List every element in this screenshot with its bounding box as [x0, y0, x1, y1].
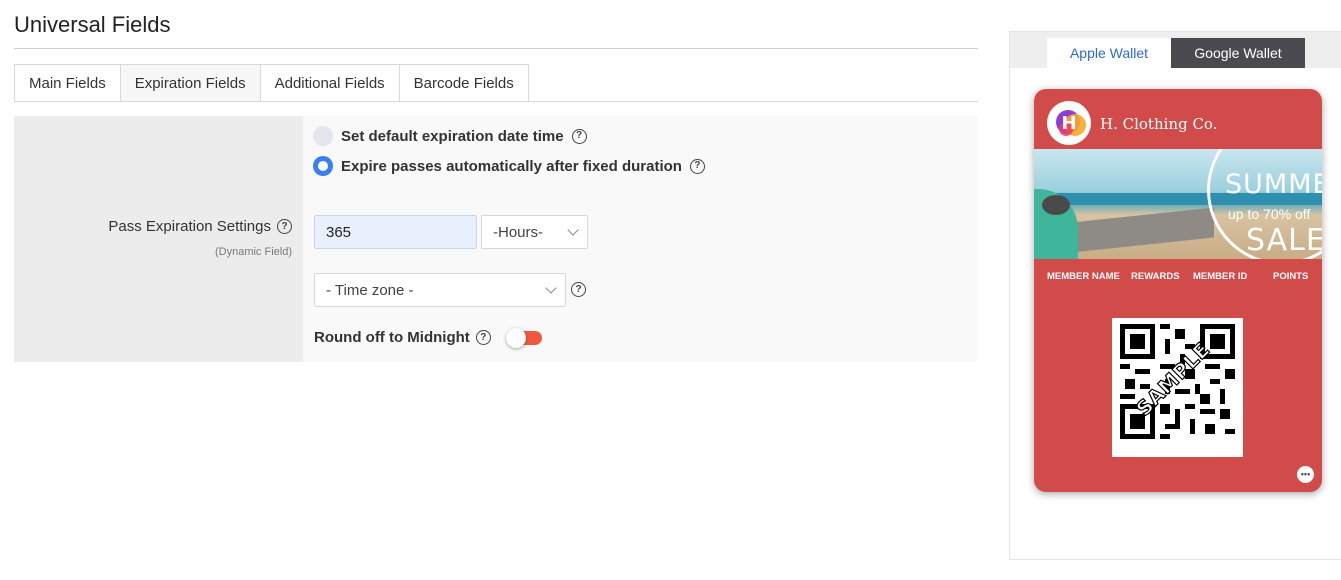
- help-icon[interactable]: ?: [277, 219, 292, 234]
- field-points: POINTS: [1273, 271, 1309, 282]
- page-title: Universal Fields: [14, 12, 171, 37]
- help-icon[interactable]: ?: [571, 128, 587, 144]
- timezone-value: - Time zone -: [326, 281, 414, 299]
- tab-barcode-fields[interactable]: Barcode Fields: [398, 64, 529, 102]
- setting-label-column: Pass Expiration Settings ? (Dynamic Fiel…: [14, 116, 303, 362]
- round-midnight-label: Round off to Midnight: [314, 329, 470, 346]
- radio-default-expiration[interactable]: [313, 126, 333, 146]
- banner-sale: SALE: [1246, 223, 1322, 258]
- toggle-knob: [506, 328, 526, 348]
- help-icon[interactable]: ?: [689, 158, 705, 174]
- brand-logo: H: [1047, 101, 1091, 145]
- pass-expiration-label-text: Pass Expiration Settings: [108, 218, 271, 235]
- option-default-expiration[interactable]: Set default expiration date time ?: [313, 126, 587, 146]
- radio-fixed-duration[interactable]: [313, 156, 333, 176]
- banner-title: SUMMER: [1225, 169, 1322, 200]
- field-member-id: MEMBER ID: [1193, 271, 1248, 282]
- tab-main-fields[interactable]: Main Fields: [14, 64, 120, 102]
- round-midnight-toggle[interactable]: [506, 328, 542, 348]
- field-rewards: REWARDS: [1131, 271, 1180, 282]
- tab-google-wallet[interactable]: Google Wallet: [1171, 38, 1305, 68]
- wallet-tabs-bar: Apple Wallet Google Wallet: [1010, 32, 1341, 68]
- option-fixed-duration[interactable]: Expire passes automatically after fixed …: [313, 156, 705, 176]
- field-member-name: MEMBER NAME: [1047, 271, 1120, 282]
- sample-qr-code: SAMPLE: [1112, 318, 1243, 457]
- help-icon[interactable]: ?: [475, 330, 491, 345]
- tabs-divider: [14, 101, 978, 102]
- pass-expiration-label: Pass Expiration Settings ?: [108, 218, 292, 235]
- tab-expiration-fields[interactable]: Expiration Fields: [119, 64, 260, 102]
- dynamic-field-note: (Dynamic Field): [214, 246, 292, 258]
- tab-apple-wallet[interactable]: Apple Wallet: [1047, 38, 1171, 68]
- duration-unit-value: -Hours-: [493, 223, 544, 241]
- chevron-down-icon: [545, 282, 557, 294]
- round-midnight-row: Round off to Midnight ?: [314, 329, 491, 346]
- option-default-expiration-label: Set default expiration date time: [341, 127, 564, 145]
- brand-name: H. Clothing Co.: [1100, 115, 1218, 133]
- timezone-select[interactable]: - Time zone -: [314, 273, 566, 307]
- banner-offer: up to 70% off: [1228, 206, 1311, 222]
- duration-input[interactable]: 365: [314, 215, 477, 249]
- brand-logo-letter: H: [1061, 112, 1077, 134]
- field-tabs: Main Fields Expiration Fields Additional…: [14, 64, 529, 102]
- help-icon[interactable]: ?: [571, 282, 586, 297]
- promo-banner-image: SUMMER up to 70% off SALE: [1034, 149, 1322, 259]
- pass-preview-card: H H. Clothing Co. SUMMER up to 70% off S…: [1034, 89, 1322, 492]
- title-divider: [14, 48, 978, 49]
- chevron-down-icon: [567, 224, 579, 236]
- duration-unit-select[interactable]: -Hours-: [481, 215, 588, 249]
- more-options-icon[interactable]: •••: [1297, 466, 1314, 483]
- expiration-settings-panel: Pass Expiration Settings ? (Dynamic Fiel…: [14, 116, 978, 362]
- option-fixed-duration-label: Expire passes automatically after fixed …: [341, 157, 682, 175]
- tab-additional-fields[interactable]: Additional Fields: [259, 64, 399, 102]
